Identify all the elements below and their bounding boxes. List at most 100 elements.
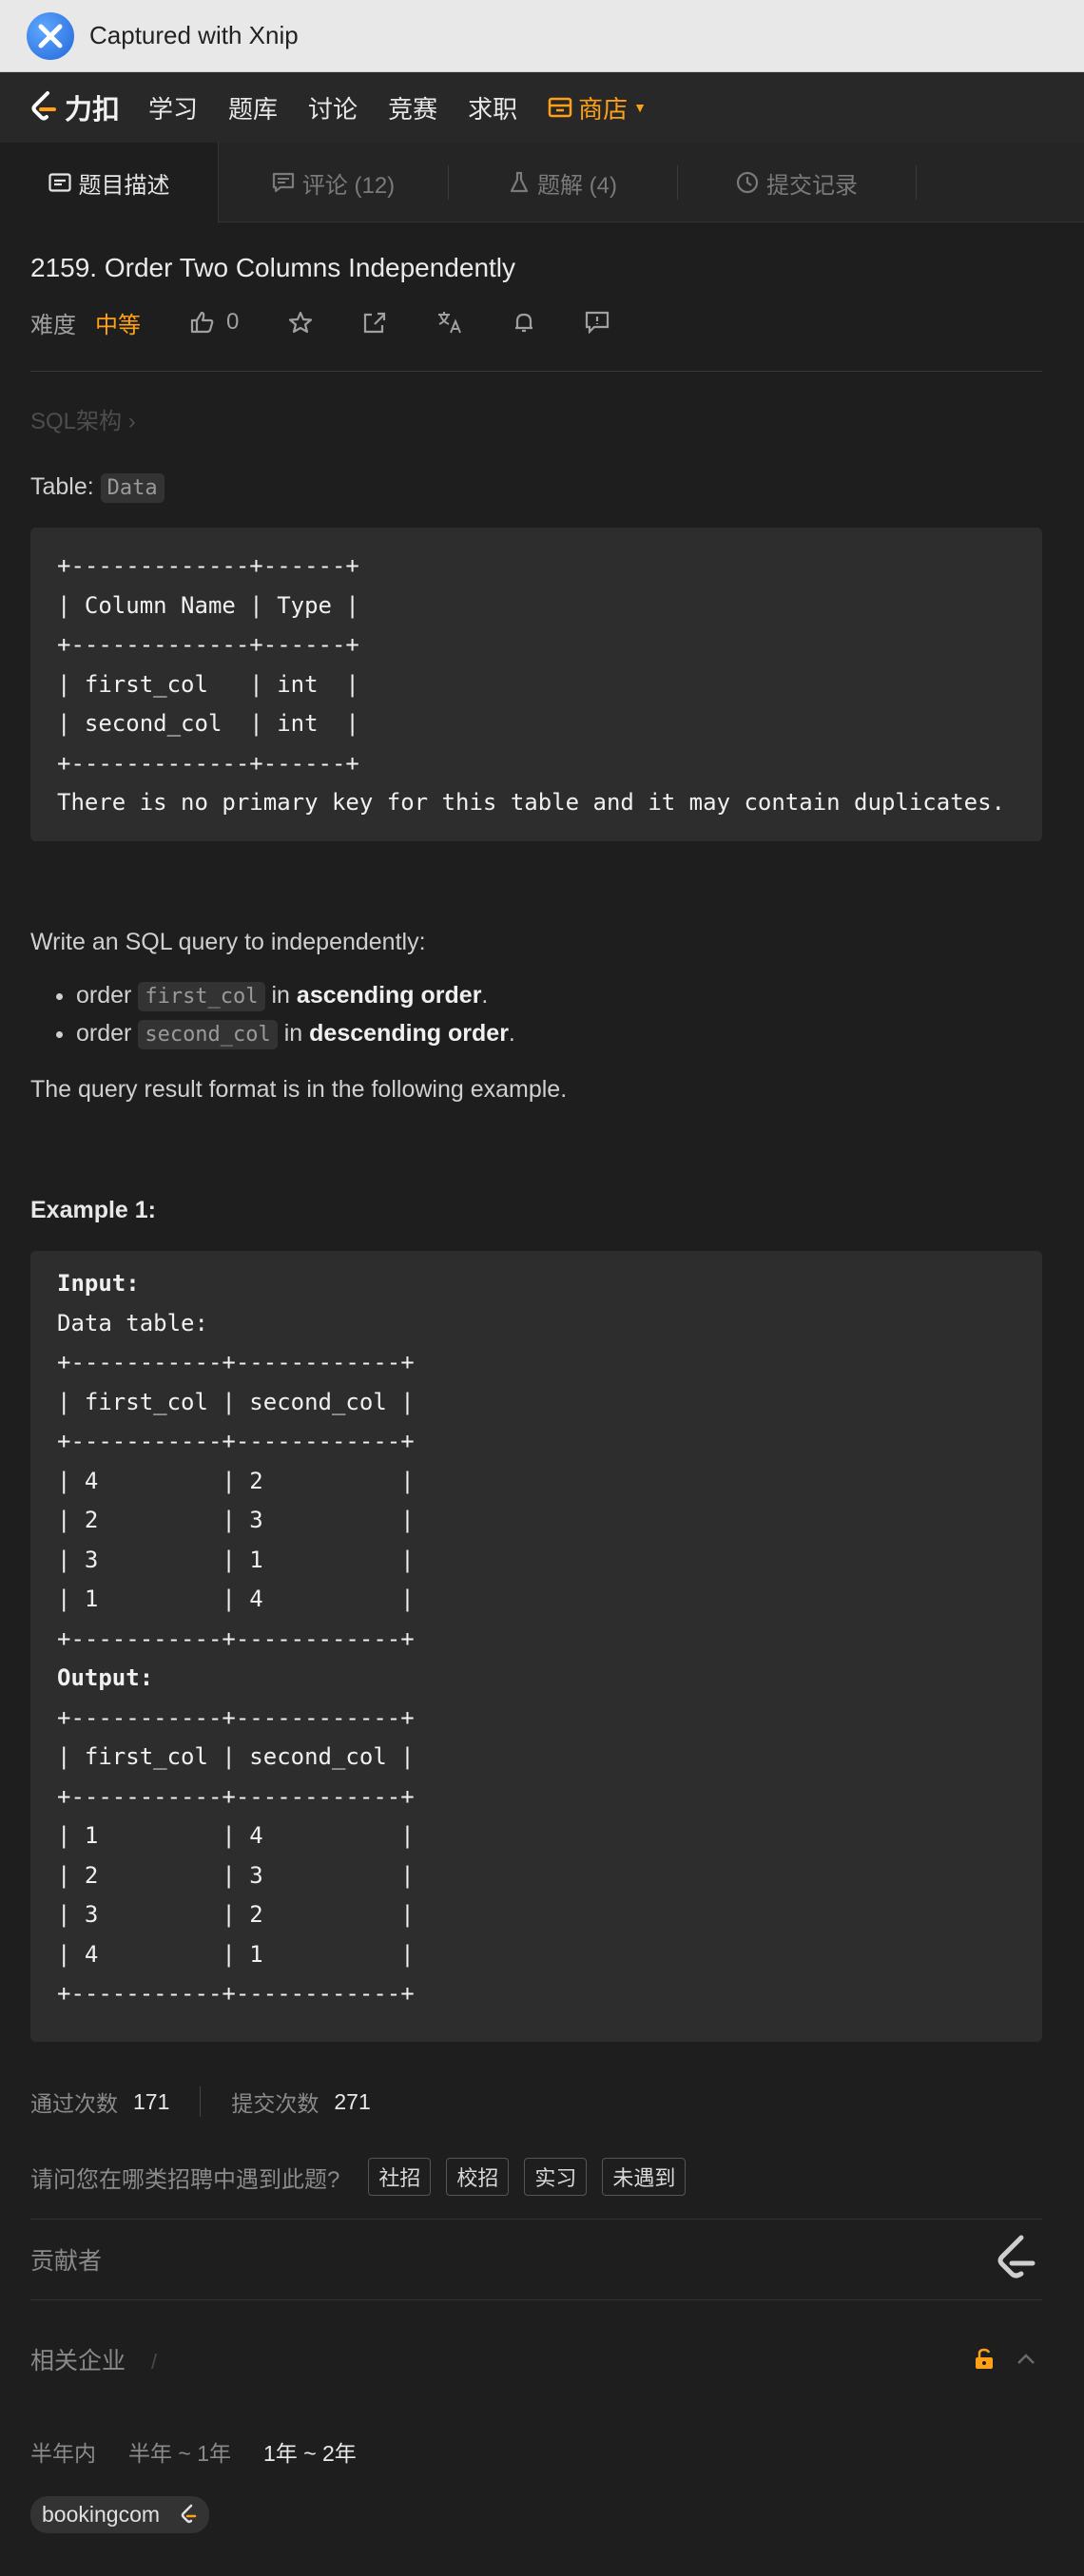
bullet-text: . — [508, 1020, 515, 1047]
time-tab-6-12-months[interactable]: 半年 ~ 1年 — [128, 2435, 231, 2468]
top-nav: 力扣 学习 题库 讨论 竞赛 求职 商店 ▼ — [0, 72, 1084, 143]
bullet-text: order — [76, 1020, 132, 1047]
companies-label: 相关企业 — [30, 2348, 126, 2374]
table-name-code: Data — [100, 473, 165, 503]
inline-code: second_col — [138, 1020, 278, 1049]
submitted-count: 271 — [334, 2088, 371, 2114]
requirements-list: order first_col in ascending order. orde… — [76, 977, 1042, 1053]
companies-actions — [974, 2348, 1042, 2371]
companies-title: 相关企业 / — [30, 2342, 157, 2376]
submission-stats: 通过次数 171 提交次数 271 — [30, 2086, 1042, 2118]
survey-option-social[interactable]: 社招 — [368, 2158, 432, 2196]
table-prefix: Table: — [30, 473, 94, 500]
chevron-up-icon[interactable] — [1016, 2353, 1036, 2366]
translate-button[interactable] — [436, 310, 463, 335]
bullet-text: order — [76, 982, 132, 1009]
description-icon — [48, 173, 71, 192]
input-table: Data table: +-----------+------------+ |… — [57, 1309, 415, 1652]
companies-header[interactable]: 相关企业 / — [30, 2300, 1042, 2418]
feedback-icon — [586, 311, 610, 334]
star-icon — [289, 311, 313, 334]
leetcode-small-icon — [181, 2504, 197, 2523]
bullet-text: in — [283, 1020, 303, 1047]
company-tag[interactable]: bookingcom — [30, 2496, 210, 2533]
feedback-button[interactable] — [585, 311, 610, 334]
time-tab-6-months[interactable]: 半年内 — [30, 2435, 96, 2468]
flask-icon — [509, 171, 530, 194]
share-icon — [364, 312, 386, 334]
inline-code: first_col — [138, 982, 265, 1011]
difficulty-badge: 中等 — [95, 312, 141, 338]
notify-button[interactable] — [513, 311, 535, 334]
table-line: Table: Data — [30, 473, 1042, 503]
list-item: order second_col in descending order. — [76, 1015, 1042, 1053]
survey-option-campus[interactable]: 校招 — [446, 2158, 510, 2196]
example-title: Example 1: — [30, 1197, 157, 1223]
tab-solutions-label: 题解 (4) — [537, 172, 617, 199]
clock-icon — [736, 171, 759, 194]
leetcode-logo-icon — [31, 91, 56, 121]
company-name: bookingcom — [42, 2502, 161, 2527]
input-label: Input: — [57, 1270, 140, 1297]
stats-separator — [200, 2086, 202, 2117]
schema-code-block: +-------------+------+ | Column Name | T… — [30, 528, 1042, 841]
tab-description[interactable]: 题目描述 — [0, 143, 219, 222]
interview-survey: 请问您在哪类招聘中遇到此题? 社招 校招 实习 未遇到 — [30, 2158, 1042, 2196]
tab-submissions[interactable]: 提交记录 — [678, 143, 916, 222]
tab-comments-label: 评论 (12) — [301, 172, 396, 199]
problem-content: 2159. Order Two Columns Independently 难度… — [30, 222, 1042, 2576]
survey-option-never[interactable]: 未遇到 — [602, 2158, 687, 2196]
accepted-count: 171 — [133, 2088, 170, 2114]
tab-solutions[interactable]: 题解 (4) — [449, 143, 677, 222]
problem-tabs: 题目描述 评论 (12) 题解 (4) 提交记录 — [0, 143, 1084, 222]
bullet-text: . — [481, 982, 489, 1009]
chevron-down-icon: ▼ — [633, 100, 647, 115]
problem-meta: 难度 中等 0 — [30, 306, 1042, 338]
problem-title: 2159. Order Two Columns Independently — [30, 253, 516, 282]
bell-icon — [515, 313, 533, 333]
contributor-avatar-icon — [997, 2235, 1036, 2278]
thumbs-up-icon — [190, 311, 214, 334]
nav-item-problems[interactable]: 题库 — [228, 90, 278, 125]
intro-text: Write an SQL query to independently: — [30, 929, 426, 955]
result-note: The query result format is in the follow… — [30, 1076, 568, 1103]
nav-item-jobs[interactable]: 求职 — [468, 90, 517, 125]
list-item: order first_col in ascending order. — [76, 977, 1042, 1015]
survey-question: 请问您在哪类招聘中遇到此题? — [30, 2166, 340, 2193]
tab-submissions-label: 提交记录 — [766, 172, 858, 199]
output-label: Output: — [57, 1664, 154, 1691]
tab-comments[interactable]: 评论 (12) — [219, 143, 448, 222]
nav-item-discuss[interactable]: 讨论 — [308, 90, 358, 125]
brand-name: 力扣 — [65, 95, 121, 125]
store-icon — [548, 97, 572, 118]
difficulty-label: 难度 — [30, 312, 76, 338]
nav-item-learn[interactable]: 学习 — [148, 90, 198, 125]
nav-item-contest[interactable]: 竞赛 — [388, 90, 437, 125]
accepted-label: 通过次数 — [30, 2091, 118, 2116]
bold-text: descending order — [309, 1020, 509, 1047]
like-count: 0 — [226, 309, 240, 335]
brand-logo[interactable]: 力扣 — [29, 87, 120, 127]
share-button[interactable] — [362, 311, 387, 334]
comment-icon — [272, 172, 295, 193]
tab-separator — [916, 164, 917, 200]
time-range-tabs: 半年内 半年 ~ 1年 1年 ~ 2年 — [30, 2435, 1042, 2468]
like-button[interactable]: 0 — [190, 309, 239, 336]
submitted-label: 提交次数 — [231, 2091, 319, 2116]
company-tags: bookingcom — [30, 2496, 1042, 2533]
contributors-row[interactable]: 贡献者 — [30, 2220, 1042, 2299]
nav-item-store[interactable]: 商店 ▼ — [548, 90, 647, 125]
bold-text: ascending order — [296, 982, 482, 1009]
breadcrumb[interactable]: SQL架构 › — [30, 402, 1042, 435]
capture-label: Captured with Xnip — [89, 21, 299, 49]
contributors-label: 贡献者 — [30, 2248, 103, 2275]
survey-option-intern[interactable]: 实习 — [524, 2158, 588, 2196]
tab-description-label: 题目描述 — [78, 172, 170, 199]
time-tab-1-2-years[interactable]: 1年 ~ 2年 — [263, 2435, 357, 2468]
divider — [30, 371, 1042, 372]
companies-slash: / — [150, 2350, 158, 2374]
example-code-block: Input: Data table: +-----------+--------… — [30, 1251, 1042, 2042]
unlock-icon[interactable] — [974, 2348, 995, 2371]
bullet-text: in — [271, 982, 290, 1009]
favorite-button[interactable] — [288, 311, 313, 334]
